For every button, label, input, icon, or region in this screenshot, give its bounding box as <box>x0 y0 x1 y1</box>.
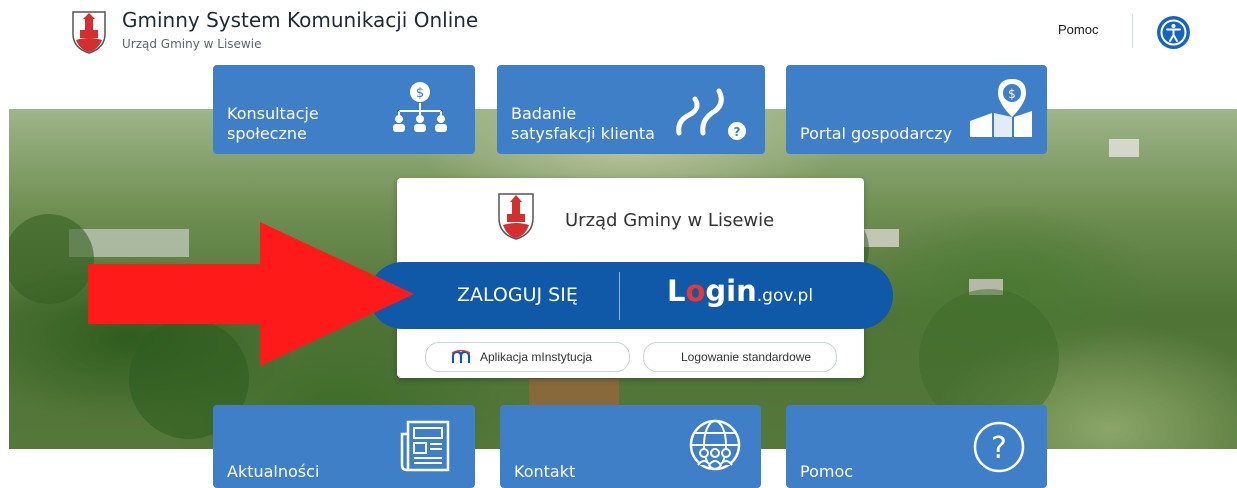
header-divider <box>1132 14 1133 48</box>
tile-konsultacje-spoleczne[interactable]: Konsultacje społeczne $ <box>213 65 475 154</box>
svg-text:?: ? <box>991 431 1007 466</box>
standard-login-button[interactable]: Logowanie standardowe <box>643 342 837 372</box>
people-dollar-icon: $ <box>393 82 447 132</box>
tile-kontakt[interactable]: Kontakt <box>500 405 761 488</box>
tile-label: Portal gospodarczy <box>800 124 953 143</box>
path-question-icon: ? <box>676 88 746 140</box>
help-link[interactable]: Pomoc <box>1058 22 1098 37</box>
svg-text:$: $ <box>416 86 424 101</box>
minstytucja-logo-icon <box>451 350 471 363</box>
minstytucja-label: Aplikacja mInstytucja <box>480 350 593 364</box>
site-subtitle: Urząd Gminy w Lisewie <box>122 37 262 51</box>
accessibility-icon <box>1160 19 1187 46</box>
municipality-crest-icon <box>72 11 106 54</box>
tile-label: Konsultacje społeczne <box>227 104 319 143</box>
map-pin-dollar-icon: $ <box>970 79 1032 137</box>
site-title[interactable]: Gminny System Komunikacji Online <box>122 8 478 32</box>
tile-label: Badanie satysfakcji klienta <box>511 104 655 143</box>
login-separator <box>619 272 620 320</box>
tile-portal-gospodarczy[interactable]: Portal gospodarczy $ <box>786 65 1047 154</box>
red-arrow-annotation <box>88 222 414 366</box>
accessibility-button[interactable] <box>1157 16 1190 49</box>
question-circle-icon: ? <box>973 421 1025 473</box>
login-gov-button[interactable]: ZALOGUJ SIĘ Login.gov.pl <box>369 262 893 329</box>
newspaper-icon <box>400 420 450 472</box>
tile-aktualnosci[interactable]: Aktualności <box>213 405 475 488</box>
tile-badanie-satysfakcji[interactable]: Badanie satysfakcji klienta ? <box>497 65 765 154</box>
login-gov-logo: Login.gov.pl <box>667 274 814 308</box>
tile-pomoc[interactable]: Pomoc ? <box>786 405 1047 488</box>
card-title: Urząd Gminy w Lisewie <box>565 210 775 231</box>
tile-label: Kontakt <box>514 462 576 481</box>
standard-login-label: Logowanie standardowe <box>681 350 812 364</box>
header: Gminny System Komunikacji Online Urząd G… <box>0 0 1237 62</box>
tile-label: Aktualności <box>227 462 320 481</box>
tile-label: Pomoc <box>800 462 854 481</box>
svg-text:?: ? <box>734 125 741 139</box>
minstytucja-login-button[interactable]: Aplikacja mInstytucja <box>425 342 630 372</box>
login-button-label: ZALOGUJ SIĘ <box>457 284 578 306</box>
municipality-crest-icon <box>498 193 534 240</box>
globe-people-icon <box>689 419 741 471</box>
svg-text:$: $ <box>1008 87 1016 101</box>
